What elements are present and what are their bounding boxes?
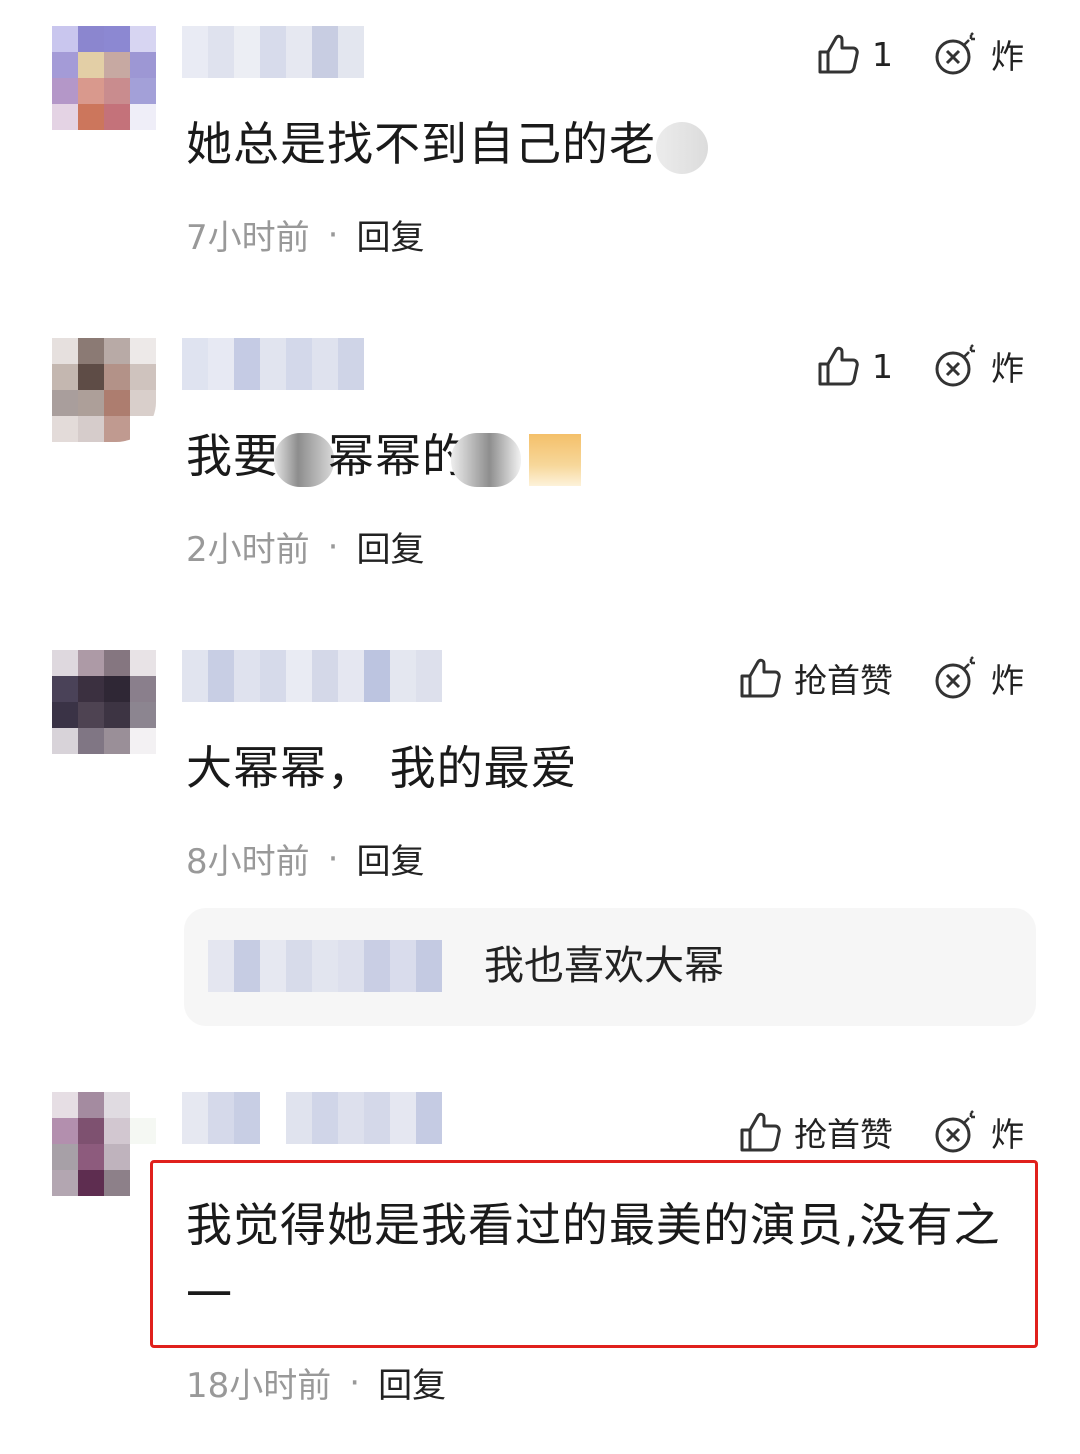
like-button[interactable]: 1 — [816, 32, 893, 76]
redacted-mosaic — [451, 432, 521, 487]
comment-text-content: 她总是找不到自己的老 — [186, 117, 656, 171]
bomb-label: 炸 — [991, 1115, 1024, 1154]
timestamp: 2小时前 — [186, 530, 310, 570]
timestamp: 18小时前 — [186, 1366, 332, 1406]
comment-meta: 18小时前 · 回复 — [186, 1358, 446, 1407]
timestamp: 7小时前 — [186, 218, 310, 258]
comment-actions: 1 炸 — [816, 342, 1024, 390]
avatar[interactable] — [52, 650, 156, 754]
comment-actions: 抢首赞 炸 — [738, 1108, 1024, 1156]
username-blurred[interactable] — [182, 1092, 442, 1144]
bomb-icon — [933, 655, 979, 701]
like-count: 1 — [872, 346, 893, 386]
separator: · — [327, 214, 339, 255]
like-button[interactable]: 1 — [816, 344, 893, 388]
like-label: 抢首赞 — [794, 1115, 893, 1154]
emoji-mosaic — [529, 433, 581, 486]
bomb-button[interactable]: 炸 — [933, 654, 1024, 702]
thumbs-up-icon — [738, 656, 782, 700]
comment-text: 她总是找不到自己的老 — [186, 112, 708, 176]
reply-link[interactable]: 回复 — [356, 210, 424, 259]
comment-actions: 1 炸 — [816, 30, 1024, 78]
comment-meta: 8小时前 · 回复 — [186, 834, 424, 883]
bomb-icon — [933, 31, 979, 77]
bomb-button[interactable]: 炸 — [933, 1108, 1024, 1156]
thumbs-up-icon — [816, 344, 860, 388]
bomb-icon — [933, 1109, 979, 1155]
like-count: 1 — [872, 34, 893, 74]
separator: · — [327, 526, 339, 567]
comment-text: 我要 幂幂的 — [186, 424, 581, 488]
redacted-mosaic — [274, 432, 334, 487]
redacted-mosaic — [656, 121, 708, 174]
sub-reply-text: 我也喜欢大幂 — [484, 943, 724, 989]
bomb-label: 炸 — [991, 661, 1024, 700]
comment-text-part: 幂幂的 — [328, 429, 469, 483]
like-label: 抢首赞 — [794, 661, 893, 700]
comment-meta: 7小时前 · 回复 — [186, 210, 424, 259]
avatar[interactable] — [52, 338, 156, 442]
username-blurred[interactable] — [182, 338, 364, 390]
avatar[interactable] — [52, 26, 156, 130]
like-button[interactable]: 抢首赞 — [738, 1108, 893, 1156]
comment-actions: 抢首赞 炸 — [738, 654, 1024, 702]
timestamp: 8小时前 — [186, 842, 310, 882]
avatar[interactable] — [52, 1092, 156, 1196]
thumbs-up-icon — [816, 32, 860, 76]
sub-reply-username-blurred[interactable] — [208, 940, 442, 992]
comment-text-part: 我要 — [186, 429, 280, 483]
bomb-label: 炸 — [991, 349, 1024, 388]
comment-text: 大幂幂， 我的最爱 — [186, 741, 578, 795]
comment-meta: 2小时前 · 回复 — [186, 522, 424, 571]
reply-link[interactable]: 回复 — [356, 834, 424, 883]
bomb-button[interactable]: 炸 — [933, 30, 1024, 78]
thumbs-up-icon — [738, 1110, 782, 1154]
reply-link[interactable]: 回复 — [356, 522, 424, 571]
separator: · — [349, 1362, 361, 1403]
bomb-icon — [933, 343, 979, 389]
sub-reply[interactable]: 我也喜欢大幂 — [184, 908, 1036, 1026]
username-blurred[interactable] — [182, 650, 494, 702]
reply-link[interactable]: 回复 — [378, 1358, 446, 1407]
separator: · — [327, 838, 339, 879]
like-button[interactable]: 抢首赞 — [738, 654, 893, 702]
bomb-button[interactable]: 炸 — [933, 342, 1024, 390]
bomb-label: 炸 — [991, 37, 1024, 76]
username-blurred[interactable] — [182, 26, 364, 78]
highlight-box — [150, 1160, 1038, 1348]
